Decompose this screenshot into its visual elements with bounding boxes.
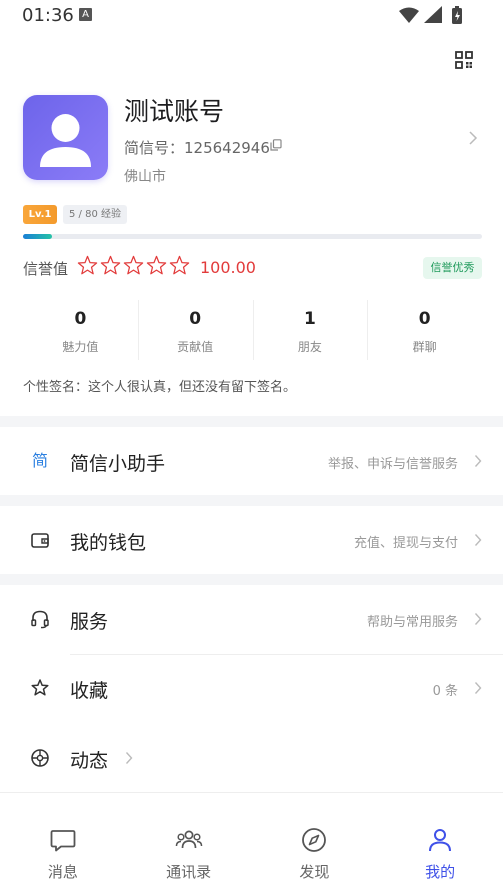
stat-label: 魅力值 — [62, 340, 99, 354]
stat-label: 朋友 — [297, 340, 322, 354]
experience-progress-fill — [23, 234, 52, 239]
tabbar-top-border — [0, 792, 503, 793]
profile-id: 简信号：125642946 — [124, 139, 270, 157]
person-icon — [429, 829, 452, 852]
chat-bubble-icon — [50, 830, 76, 852]
experience-badge: 5 / 80 经验 — [63, 205, 127, 224]
menu-item-assistant[interactable]: 简 简信小助手 举报、申诉与信誉服务 — [0, 427, 503, 495]
chevron-right-icon — [125, 752, 133, 764]
tab-discover[interactable]: 发现 — [252, 810, 378, 895]
headset-icon — [31, 610, 49, 629]
menu-item-label: 收藏 — [70, 680, 109, 702]
credit-stars — [76, 254, 191, 280]
menu-item-label: 简信小助手 — [70, 453, 166, 475]
tab-messages[interactable]: 消息 — [0, 810, 126, 895]
section-divider — [0, 574, 503, 585]
menu-item-desc: 举报、申诉与信誉服务 — [327, 457, 458, 472]
star-outline-icon — [31, 679, 49, 696]
profile-name: 测试账号 — [124, 97, 225, 126]
stat-label: 贡献值 — [177, 340, 214, 354]
section-divider — [0, 416, 503, 427]
notification-a-icon: A — [79, 8, 92, 21]
credit-star-icon — [100, 255, 121, 275]
credit-score: 100.00 — [200, 258, 256, 277]
wifi-icon — [399, 7, 419, 23]
profile-city: 佛山市 — [124, 169, 166, 185]
menu-item-desc: 充值、提现与支付 — [353, 536, 458, 551]
chevron-right-icon — [474, 682, 482, 694]
credit-label: 信誉值 — [23, 260, 69, 278]
stat-charm[interactable]: 0 魅力值 — [23, 300, 138, 360]
cellular-signal-icon — [424, 6, 442, 23]
avatar[interactable] — [23, 95, 108, 180]
section-divider — [0, 495, 503, 506]
bottom-tab-bar: 消息 通讯录 发现 我的 — [0, 810, 503, 895]
stat-value: 0 — [189, 309, 202, 329]
stat-value: 0 — [418, 309, 431, 329]
credit-star-icon — [169, 255, 190, 275]
experience-progress-bar — [23, 234, 482, 239]
stat-value: 1 — [303, 309, 316, 329]
tab-contacts[interactable]: 通讯录 — [126, 810, 252, 895]
status-time: 01:36 — [22, 5, 74, 26]
stat-groups[interactable]: 0 群聊 — [367, 300, 482, 360]
chevron-right-icon[interactable] — [468, 130, 478, 146]
tab-label: 消息 — [47, 863, 78, 881]
level-badge: Lv.1 — [23, 205, 57, 224]
menu-item-wallet[interactable]: 我的钱包 充值、提现与支付 — [0, 506, 503, 574]
wallet-icon — [31, 533, 49, 548]
tab-mine[interactable]: 我的 — [377, 810, 503, 895]
credit-star-icon — [77, 255, 98, 275]
credit-star-icon — [146, 255, 167, 275]
tab-label: 我的 — [425, 863, 456, 881]
menu-item-label: 服务 — [70, 611, 109, 633]
stat-friends[interactable]: 1 朋友 — [252, 300, 368, 360]
menu-item-desc: 帮助与常用服务 — [366, 615, 458, 630]
status-bar: 01:36 A — [0, 0, 503, 32]
assistant-icon: 简 — [31, 451, 48, 470]
stat-contribution[interactable]: 0 贡献值 — [137, 300, 253, 360]
qr-code-icon[interactable] — [455, 51, 473, 69]
menu-item-favorites[interactable]: 收藏 0 条 — [0, 654, 503, 722]
menu-item-label: 动态 — [70, 750, 109, 772]
chevron-right-icon — [474, 455, 482, 467]
chevron-right-icon — [474, 534, 482, 546]
credit-status-badge: 信誉优秀 — [423, 257, 482, 279]
stat-label: 群聊 — [412, 340, 437, 354]
tab-label: 发现 — [299, 863, 330, 881]
profile-stats: 0 魅力值 0 贡献值 1 朋友 0 群聊 — [23, 300, 482, 360]
signature: 个性签名：这个人很认真，但还没有留下签名。 — [23, 380, 297, 395]
battery-icon — [452, 6, 462, 24]
contacts-icon — [175, 830, 202, 849]
avatar-person-icon — [40, 114, 91, 167]
menu-item-desc: 0 条 — [432, 684, 458, 699]
tab-label: 通讯录 — [166, 863, 212, 881]
chevron-right-icon — [474, 613, 482, 625]
system-status-icons — [399, 6, 462, 24]
stat-value: 0 — [74, 309, 87, 329]
menu-item-label: 我的钱包 — [70, 532, 147, 554]
compass-icon — [302, 828, 327, 852]
menu-item-moments[interactable]: 动态 — [0, 722, 503, 790]
credit-star-icon — [123, 255, 144, 275]
menu-item-service[interactable]: 服务 帮助与常用服务 — [0, 585, 503, 653]
copy-icon[interactable] — [270, 139, 282, 151]
moments-aperture-icon — [31, 749, 49, 767]
